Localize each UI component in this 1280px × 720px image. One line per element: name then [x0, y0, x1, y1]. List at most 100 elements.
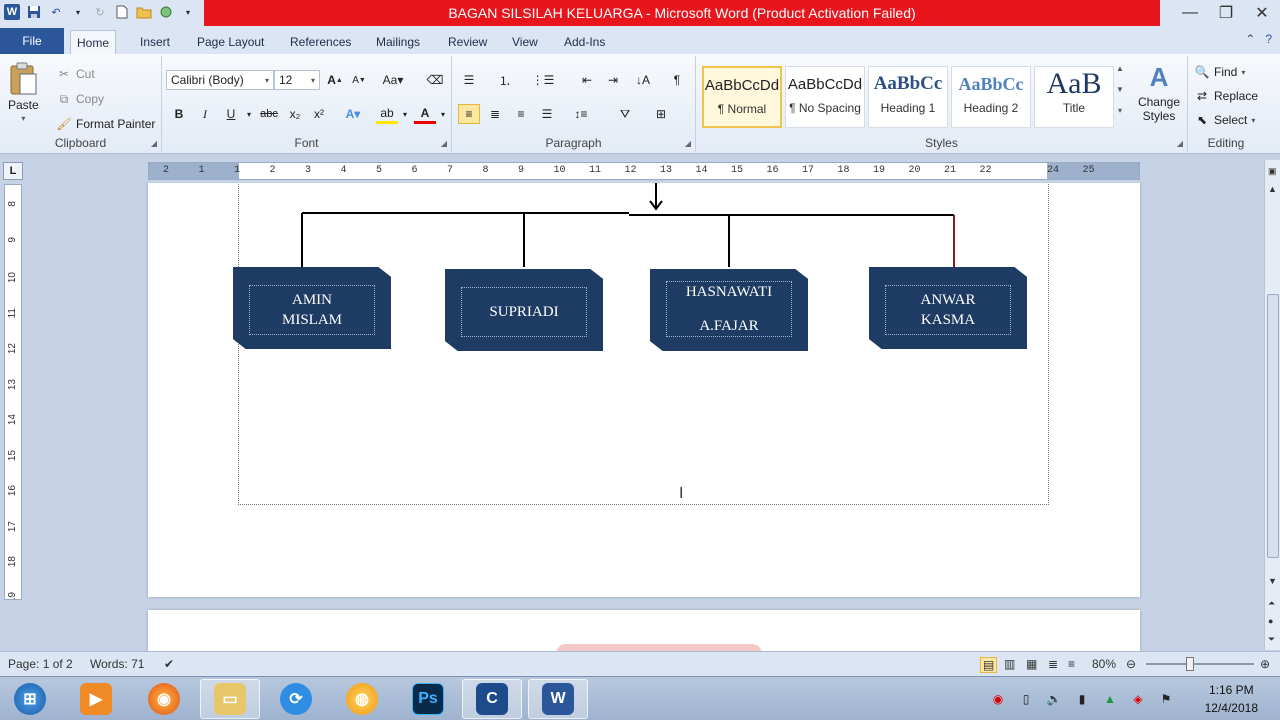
undo-icon[interactable]: ↶: [48, 4, 64, 20]
tray-antivirus-icon[interactable]: ◉: [990, 691, 1006, 707]
tab-review[interactable]: Review: [442, 30, 493, 54]
browse-object-icon[interactable]: ●: [1268, 616, 1273, 626]
page-1[interactable]: AMIN MISLAM SUPRIADI HASNAWATI A.FAJAR A…: [148, 183, 1140, 597]
line-spacing-icon[interactable]: ↕≡: [570, 104, 592, 124]
tray-app-icon[interactable]: ▲: [1102, 691, 1118, 707]
format-painter-button[interactable]: 🖌 Format Painter: [56, 116, 155, 132]
draft-icon[interactable]: ≡: [1068, 657, 1075, 671]
page-2-shape[interactable]: [556, 644, 762, 651]
sort-icon[interactable]: ↓A: [632, 70, 654, 90]
scroll-down-icon[interactable]: ▼: [1268, 576, 1277, 586]
zoom-slider[interactable]: [1146, 663, 1254, 665]
replace-button[interactable]: ⇄ Replace: [1194, 88, 1258, 104]
taskbar-firefox[interactable]: ◉: [134, 679, 194, 719]
tab-page-layout[interactable]: Page Layout: [191, 30, 270, 54]
styles-down-icon[interactable]: ▼: [1116, 85, 1124, 94]
tab-selector[interactable]: L: [3, 162, 23, 180]
zoom-level[interactable]: 80%: [1092, 657, 1116, 671]
copy-button[interactable]: ⧉ Copy: [56, 91, 104, 107]
print-preview-icon[interactable]: [158, 4, 174, 20]
person-box[interactable]: AMIN MISLAM: [233, 267, 391, 349]
styles-up-icon[interactable]: ▲: [1116, 64, 1124, 73]
cut-button[interactable]: ✂ Cut: [56, 66, 95, 82]
style-heading-1[interactable]: AaBbCc Heading 1: [868, 66, 948, 128]
tab-home[interactable]: Home: [70, 30, 117, 54]
tray-volume-icon[interactable]: 🔈: [1046, 691, 1062, 707]
tab-view[interactable]: View: [506, 30, 544, 54]
highlight-dropdown-icon[interactable]: ▾: [394, 104, 416, 124]
taskbar-word[interactable]: W: [528, 679, 588, 719]
next-page-icon[interactable]: ⏷: [1268, 634, 1275, 645]
word-app-icon[interactable]: W: [4, 4, 20, 20]
system-clock[interactable]: 1:16 PM 12/4/2018: [1205, 681, 1258, 717]
tray-network-icon[interactable]: ▮: [1074, 691, 1090, 707]
chart-text-box[interactable]: AMIN MISLAM SUPRIADI HASNAWATI A.FAJAR A…: [233, 183, 1049, 505]
redo-icon[interactable]: ↻: [92, 4, 108, 20]
styles-more-icon[interactable]: ▾: [1118, 106, 1122, 115]
person-box[interactable]: SUPRIADI: [445, 269, 603, 351]
style-normal[interactable]: AaBbCcDd ¶ Normal: [702, 66, 782, 128]
scroll-up-icon[interactable]: ▲: [1268, 184, 1277, 194]
full-screen-reading-icon[interactable]: ▥: [1004, 657, 1015, 671]
undo-dropdown-icon[interactable]: ▾: [70, 4, 86, 20]
person-box[interactable]: HASNAWATI A.FAJAR: [650, 269, 808, 351]
page-count[interactable]: Page: 1 of 2: [8, 657, 73, 671]
decrease-indent-icon[interactable]: ⇤: [576, 70, 598, 90]
previous-page-icon[interactable]: ⏶: [1268, 598, 1275, 609]
outline-icon[interactable]: ≣: [1048, 657, 1058, 671]
paste-button[interactable]: Paste ▾: [8, 62, 39, 123]
styles-scroll[interactable]: ▲ ▼ ▾: [1116, 64, 1124, 115]
zoom-in-icon[interactable]: ⊕: [1260, 657, 1270, 671]
underline-dropdown-icon[interactable]: ▾: [238, 104, 260, 124]
grow-font-icon[interactable]: A ▲: [324, 70, 346, 90]
select-button[interactable]: ⬉ Select ▾: [1194, 112, 1255, 128]
minimize-ribbon-icon[interactable]: ⌃: [1245, 32, 1255, 46]
zoom-out-icon[interactable]: ⊖: [1126, 657, 1136, 671]
minimize-icon[interactable]: —: [1172, 0, 1208, 26]
view-ruler-icon[interactable]: ▣: [1268, 166, 1277, 177]
bullets-icon[interactable]: ☰: [458, 70, 480, 90]
tab-references[interactable]: References: [284, 30, 357, 54]
taskbar-chat-app[interactable]: ◍: [332, 679, 392, 719]
borders-icon[interactable]: ⊞: [650, 104, 672, 124]
start-button[interactable]: ⊞: [0, 679, 60, 719]
font-launcher-icon[interactable]: ◢: [441, 139, 447, 148]
tab-mailings[interactable]: Mailings: [370, 30, 426, 54]
shading-icon[interactable]: ⛛: [614, 104, 636, 124]
zoom-slider-knob[interactable]: [1186, 657, 1194, 671]
help-icon[interactable]: ?: [1265, 32, 1272, 46]
word-count[interactable]: Words: 71: [90, 657, 144, 671]
subscript-icon[interactable]: x₂: [284, 104, 306, 124]
close-icon[interactable]: ✕: [1244, 0, 1280, 26]
new-document-icon[interactable]: [114, 4, 130, 20]
open-folder-icon[interactable]: [136, 4, 152, 20]
styles-launcher-icon[interactable]: ◢: [1177, 139, 1183, 148]
shrink-font-icon[interactable]: A ▼: [348, 70, 370, 90]
superscript-icon[interactable]: x²: [308, 104, 330, 124]
clipboard-launcher-icon[interactable]: ◢: [151, 139, 157, 148]
page-2[interactable]: [148, 610, 1140, 651]
align-center-icon[interactable]: ≣: [484, 104, 506, 124]
font-name-combo[interactable]: Calibri (Body) ▾: [166, 70, 274, 90]
tab-file[interactable]: File: [0, 28, 64, 54]
vertical-ruler[interactable]: 8 9 10 11 12 13 14 15 16 17 18 19: [4, 184, 22, 600]
italic-icon[interactable]: I: [194, 104, 216, 124]
style-heading-2[interactable]: AaBbCc Heading 2: [951, 66, 1031, 128]
document-area[interactable]: AMIN MISLAM SUPRIADI HASNAWATI A.FAJAR A…: [26, 183, 1264, 651]
bold-icon[interactable]: B: [168, 104, 190, 124]
tray-battery-icon[interactable]: ▯: [1018, 691, 1034, 707]
tab-insert[interactable]: Insert: [134, 30, 176, 54]
taskbar-shareit[interactable]: ⟳: [266, 679, 326, 719]
customize-qat-icon[interactable]: ▾: [180, 4, 196, 20]
change-styles-button[interactable]: A Change Styles: [1136, 62, 1182, 123]
style-no-spacing[interactable]: AaBbCcDd ¶ No Spacing: [785, 66, 865, 128]
tray-security-icon[interactable]: ◈: [1130, 691, 1146, 707]
style-title[interactable]: AaB Title: [1034, 66, 1114, 128]
person-box[interactable]: ANWAR KASMA: [869, 267, 1027, 349]
save-icon[interactable]: [26, 4, 42, 20]
show-formatting-marks-icon[interactable]: ¶: [666, 70, 688, 90]
align-right-icon[interactable]: ≡: [510, 104, 532, 124]
print-layout-icon[interactable]: ▤: [980, 657, 998, 673]
tab-add-ins[interactable]: Add-Ins: [558, 30, 611, 54]
increase-indent-icon[interactable]: ⇥: [602, 70, 624, 90]
